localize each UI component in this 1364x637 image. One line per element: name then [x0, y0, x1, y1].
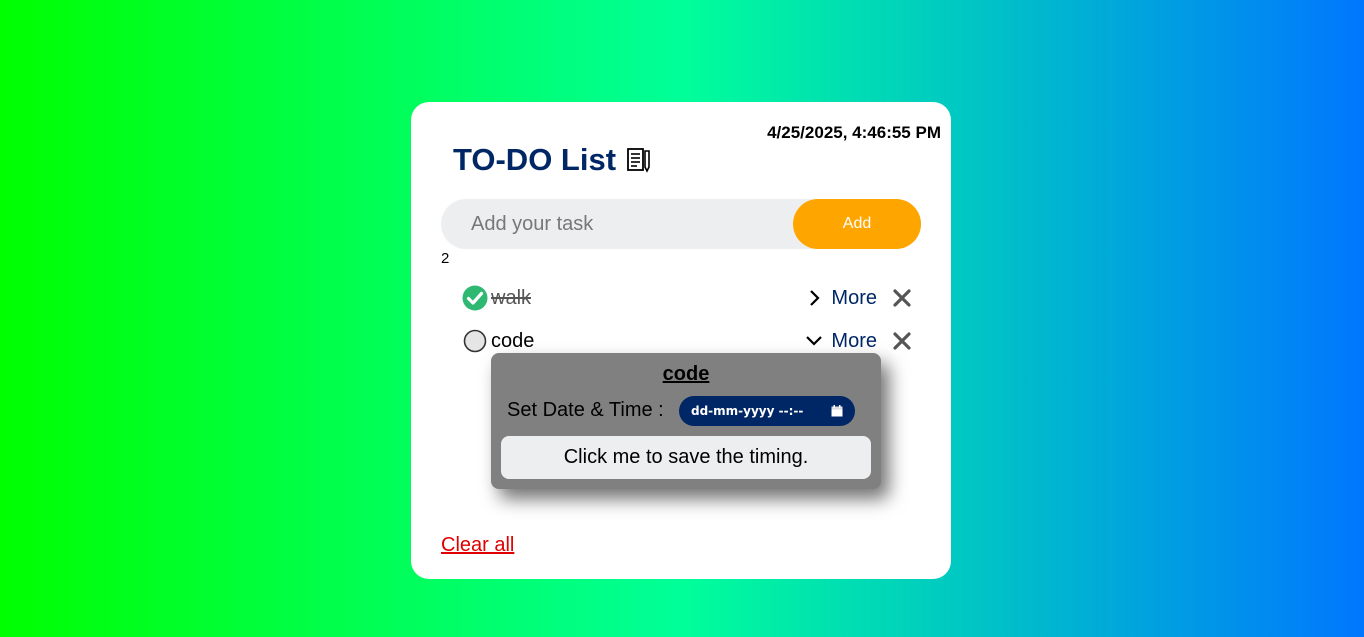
more-button[interactable]: More [831, 330, 877, 353]
datetime-placeholder: dd-mm-yyyy --:-- [691, 404, 804, 418]
date-time-label: Set Date & Time : [507, 399, 664, 421]
chevron-down-icon[interactable] [805, 332, 823, 350]
close-icon[interactable] [892, 331, 912, 351]
clear-all-link[interactable]: Clear all [441, 534, 514, 557]
save-timing-button[interactable]: Click me to save the timing. [501, 436, 871, 479]
todo-card: 4/25/2025, 4:46:55 PM TO-DO List Add 2 w… [411, 102, 951, 579]
calendar-icon[interactable] [831, 405, 843, 417]
page-title: TO-DO List [453, 142, 652, 178]
datetime: 4/25/2025, 4:46:55 PM [767, 123, 941, 142]
list-item[interactable]: code More [462, 326, 912, 356]
task-details-popup: code Set Date & Time : dd-mm-yyyy --:-- … [491, 353, 881, 489]
add-button[interactable]: Add [793, 199, 921, 249]
title-text: TO-DO List [453, 142, 617, 177]
task-name: code [491, 329, 535, 352]
chevron-right-icon[interactable] [805, 289, 823, 307]
more-button[interactable]: More [831, 287, 877, 310]
list-item[interactable]: walk More [462, 283, 912, 313]
task-input-row: Add [441, 199, 921, 249]
task-input[interactable] [471, 199, 771, 249]
close-icon[interactable] [892, 288, 912, 308]
task-name: walk [491, 286, 532, 309]
task-count: 2 [441, 250, 450, 267]
unchecked-circle-icon[interactable] [462, 328, 488, 354]
popup-title: code [662, 363, 710, 385]
checked-icon[interactable] [462, 285, 488, 311]
datetime-input[interactable]: dd-mm-yyyy --:-- [679, 396, 855, 426]
memo-icon [626, 147, 652, 173]
